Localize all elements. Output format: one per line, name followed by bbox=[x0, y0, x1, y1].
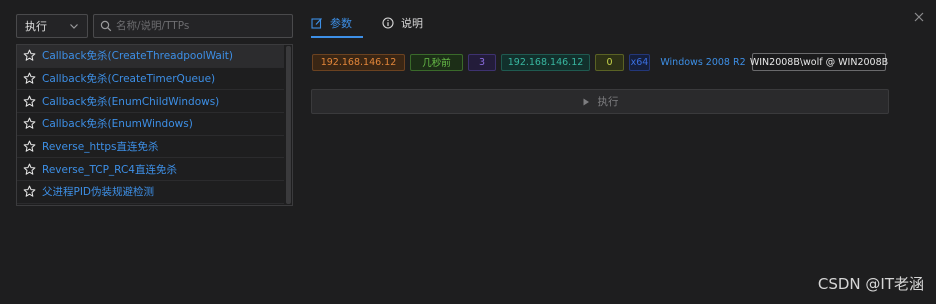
category-select-value: 执行 bbox=[25, 20, 47, 33]
os-label: Windows 2008 R2 bbox=[655, 54, 747, 71]
category-select[interactable]: 执行 bbox=[16, 14, 88, 38]
internal-ip-badge: 192.168.146.12 bbox=[501, 53, 590, 71]
tab-params[interactable]: 参数 bbox=[311, 15, 352, 31]
list-item-label: Reverse_https直连免杀 bbox=[42, 141, 159, 154]
close-icon[interactable] bbox=[912, 10, 926, 24]
search-icon bbox=[100, 20, 112, 32]
chevron-down-icon bbox=[70, 24, 78, 29]
list-item-label: Callback免杀(CreateThreadpoolWait) bbox=[42, 50, 233, 63]
list-item[interactable]: Callback免杀(CreateTimerQueue) bbox=[17, 68, 284, 91]
run-button-label: 执行 bbox=[597, 96, 619, 108]
star-icon[interactable] bbox=[23, 185, 36, 198]
star-icon[interactable] bbox=[23, 163, 36, 176]
watermark: CSDN @IT老涵 bbox=[817, 275, 924, 293]
zero-badge: 0 bbox=[595, 53, 624, 71]
module-panel: 执行 Callback免杀(CreateThreadpoolWait) bbox=[0, 0, 936, 304]
external-ip-badge: 192.168.146.12 bbox=[312, 53, 405, 71]
search-input[interactable] bbox=[116, 20, 286, 32]
list-item-label: 父进程PID伪装规避检测 bbox=[42, 186, 155, 199]
count-badge: 3 bbox=[468, 53, 496, 71]
edit-icon bbox=[311, 18, 322, 29]
module-list: Callback免杀(CreateThreadpoolWait) Callbac… bbox=[16, 44, 293, 206]
list-item[interactable]: Reverse_https直连免杀 bbox=[17, 136, 284, 159]
list-item[interactable]: Callback免杀(EnumChildWindows) bbox=[17, 90, 284, 114]
list-item[interactable]: Reverse_TCP_RC4直连免杀 bbox=[17, 158, 284, 182]
play-icon bbox=[583, 98, 589, 105]
star-icon[interactable] bbox=[23, 49, 36, 62]
star-icon[interactable] bbox=[23, 95, 36, 108]
star-icon[interactable] bbox=[23, 140, 36, 153]
last-seen-badge: 几秒前 bbox=[410, 53, 463, 71]
active-tab-indicator bbox=[311, 36, 363, 38]
run-button[interactable]: 执行 bbox=[311, 89, 889, 114]
user-badge: WIN2008B\wolf @ WIN2008B bbox=[750, 53, 888, 71]
tab-label: 参数 bbox=[330, 17, 352, 30]
list-item[interactable]: Callback免杀(CreateThreadpoolWait) bbox=[17, 45, 284, 68]
list-item[interactable]: 父进程PID伪装规避检测 bbox=[17, 181, 284, 204]
list-scrollbar[interactable] bbox=[286, 46, 291, 204]
arch-badge: x64 bbox=[629, 53, 650, 71]
list-item[interactable]: Callback免杀(EnumWindows) bbox=[17, 113, 284, 136]
module-browser: 执行 Callback免杀(CreateThreadpoolWait) bbox=[16, 14, 293, 206]
list-item-label: Reverse_TCP_RC4直连免杀 bbox=[42, 163, 177, 176]
tab-label: 说明 bbox=[401, 17, 423, 30]
tab-description[interactable]: 说明 bbox=[382, 15, 423, 31]
os-label-text: Windows 2008 R2 bbox=[660, 56, 746, 68]
list-item-label: Callback免杀(EnumChildWindows) bbox=[42, 95, 220, 108]
list-item-label: Callback免杀(CreateTimerQueue) bbox=[42, 73, 216, 86]
star-icon[interactable] bbox=[23, 72, 36, 85]
list-item-label: Callback免杀(EnumWindows) bbox=[42, 118, 193, 131]
search-box[interactable] bbox=[93, 14, 293, 38]
session-info: 192.168.146.12 几秒前 3 192.168.146.12 0 x6… bbox=[312, 53, 891, 71]
filter-bar: 执行 bbox=[16, 14, 293, 40]
info-icon bbox=[382, 17, 394, 29]
star-icon[interactable] bbox=[23, 117, 36, 130]
detail-tabs: 参数 说明 bbox=[311, 14, 453, 32]
